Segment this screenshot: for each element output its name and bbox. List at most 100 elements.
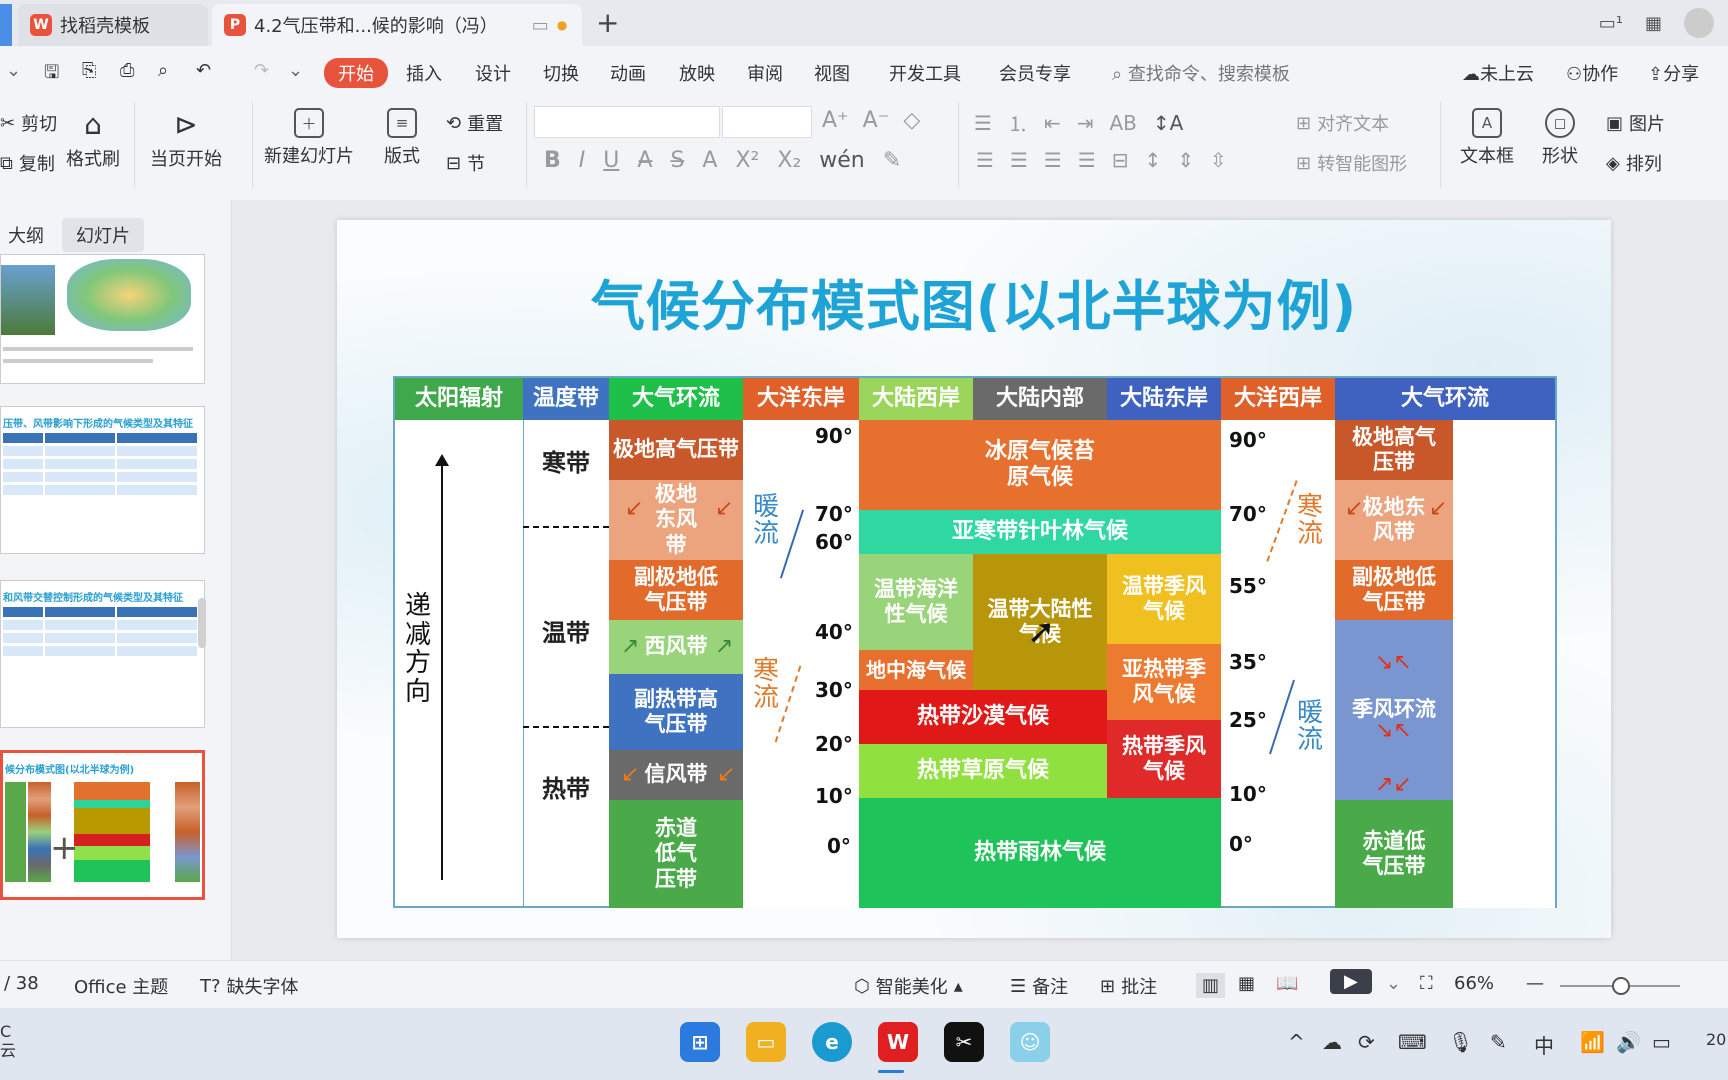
edge-browser-icon[interactable]: e: [812, 1022, 852, 1062]
tray-overflow-icon[interactable]: ^: [1288, 1030, 1305, 1054]
normal-view-icon[interactable]: ▥: [1196, 973, 1226, 998]
superscript-icon[interactable]: X²: [735, 148, 759, 173]
pen-icon[interactable]: ✎: [1490, 1030, 1507, 1054]
section-button[interactable]: ⊟ 节: [446, 150, 485, 176]
format-painter-button[interactable]: ⌂ 格式刷: [66, 108, 120, 171]
font-color-icon[interactable]: A: [702, 148, 717, 173]
slide-title[interactable]: 气候分布模式图(以北半球为例): [337, 262, 1611, 341]
reading-view-icon[interactable]: 📖: [1276, 973, 1298, 994]
align-text-button[interactable]: ⊞ 对齐文本: [1296, 110, 1389, 136]
menu-member[interactable]: 会员专享: [999, 60, 1071, 86]
zoom-out-icon[interactable]: —: [1526, 973, 1544, 994]
menu-home[interactable]: 开始: [324, 58, 388, 88]
copy-button[interactable]: ⧉ 复制: [0, 150, 55, 176]
add-slide-button[interactable]: +: [50, 828, 79, 868]
keyboard-icon[interactable]: ⌨: [1398, 1030, 1427, 1054]
slide-thumb-2[interactable]: 压带、风带影响下形成的气候类型及其特征: [0, 406, 205, 554]
start-menu-icon[interactable]: ⊞: [680, 1022, 720, 1062]
slide[interactable]: 气候分布模式图(以北半球为例) 太阳辐射 温度带 大气环流 大洋东岸 大陆西岸 …: [337, 220, 1611, 938]
subscript-icon[interactable]: X₂: [777, 148, 801, 173]
chevron-down-icon[interactable]: ⌄: [6, 60, 21, 81]
align-left-icon[interactable]: ☰: [976, 148, 994, 172]
slide-thumb-4[interactable]: 候分布模式图(以北半球为例): [0, 750, 205, 900]
font-family-select[interactable]: [534, 106, 720, 138]
theme-name[interactable]: Office 主题: [74, 973, 168, 999]
slide-thumb-3[interactable]: 和风带交替控制形成的气候类型及其特征: [0, 580, 205, 728]
justify-icon[interactable]: ☰: [1078, 148, 1096, 172]
command-search[interactable]: ⌕ 查找命令、搜索模板: [1112, 60, 1290, 86]
menu-view[interactable]: 视图: [814, 60, 850, 86]
s-strike-icon[interactable]: S̶: [670, 148, 684, 173]
new-slide-button[interactable]: ＋新建幻灯片: [264, 108, 354, 168]
menu-transition[interactable]: 切换: [543, 60, 579, 86]
tab-template[interactable]: W 找稻壳模板: [18, 4, 208, 46]
layout-button[interactable]: ≡ 版式: [384, 108, 420, 168]
line-spacing-icon[interactable]: ↕: [1145, 148, 1162, 172]
sort-icon[interactable]: ↕A: [1153, 111, 1183, 135]
chevron-down-icon[interactable]: ⌄: [1386, 973, 1401, 994]
bold-icon[interactable]: B: [544, 148, 561, 173]
textbox-button[interactable]: A 文本框: [1460, 108, 1514, 168]
missing-font-button[interactable]: T? 缺失字体: [200, 973, 299, 999]
col-spacing-icon[interactable]: ⇳: [1210, 148, 1227, 172]
fit-window-icon[interactable]: ⛶: [1420, 973, 1433, 994]
preview-icon[interactable]: ⌕: [158, 60, 168, 81]
print-icon[interactable]: ⎙: [120, 60, 134, 81]
clock[interactable]: 20: [1706, 1030, 1726, 1049]
sorter-view-icon[interactable]: ▦: [1238, 973, 1255, 994]
microphone-icon[interactable]: 🎙: [1448, 1030, 1473, 1054]
export-icon[interactable]: ⎘: [82, 60, 96, 81]
share-button[interactable]: ⇪分享: [1648, 60, 1699, 86]
slide-thumb-1[interactable]: [0, 254, 205, 384]
strikethrough-icon[interactable]: A̶: [637, 148, 652, 173]
arrange-button[interactable]: ◈ 排列: [1606, 150, 1662, 176]
menu-insert[interactable]: 插入: [406, 60, 442, 86]
avatar[interactable]: [1684, 8, 1714, 38]
para-spacing-icon[interactable]: ⇕: [1177, 148, 1194, 172]
monitor-icon[interactable]: ▭: [532, 15, 549, 36]
eraser-icon[interactable]: ◇: [903, 108, 920, 133]
beautify-button[interactable]: ⬡ 智能美化 ▴: [854, 973, 963, 999]
weather-widget[interactable]: C云: [0, 1022, 16, 1060]
shape-button[interactable]: ◻ 形状: [1542, 108, 1578, 168]
notes-button[interactable]: ☰ 备注: [1010, 973, 1068, 999]
cloud-status[interactable]: ☁未上云: [1462, 60, 1534, 86]
zoom-slider-handle[interactable]: [1612, 977, 1630, 995]
font-size-select[interactable]: [722, 106, 812, 138]
wps-app-icon[interactable]: W: [878, 1022, 918, 1062]
reading-mode-icon[interactable]: ▭¹: [1599, 13, 1623, 34]
battery-icon[interactable]: ▭: [1652, 1030, 1671, 1054]
outdent-icon[interactable]: ⇤: [1044, 111, 1061, 135]
customize-icon[interactable]: ⌄: [288, 60, 303, 81]
align-right-icon[interactable]: ☰: [1044, 148, 1062, 172]
save-icon[interactable]: 🖫: [44, 60, 59, 90]
decrease-font-icon[interactable]: A⁻: [863, 108, 890, 133]
capcut-icon[interactable]: ✂: [944, 1022, 984, 1062]
indent-icon[interactable]: ⇥: [1077, 111, 1094, 135]
italic-icon[interactable]: I: [579, 148, 586, 173]
highlight-icon[interactable]: ✎: [883, 148, 901, 173]
onedrive-icon[interactable]: ☁: [1322, 1030, 1342, 1054]
grid-apps-icon[interactable]: ▦: [1645, 13, 1662, 34]
climate-table[interactable]: 太阳辐射 温度带 大气环流 大洋东岸 大陆西岸 大陆内部 大陆东岸 大洋西岸 大…: [393, 376, 1557, 908]
reset-button[interactable]: ⟲ 重置: [446, 110, 503, 136]
ime-indicator[interactable]: 中: [1534, 1030, 1554, 1059]
phonetic-icon[interactable]: wén: [819, 148, 864, 173]
play-slideshow-button[interactable]: ▶: [1330, 969, 1372, 994]
tab-document[interactable]: P 4.2气压带和...候的影响（冯） ▭ ●: [212, 4, 582, 46]
new-tab-button[interactable]: +: [596, 6, 619, 39]
sidebar-scrollbar[interactable]: [198, 598, 206, 648]
live-app-icon[interactable]: ☺: [1010, 1022, 1050, 1062]
number-list-icon[interactable]: ⒈: [1008, 108, 1028, 137]
menu-design[interactable]: 设计: [475, 60, 511, 86]
sync-icon[interactable]: ⟳: [1358, 1030, 1375, 1054]
wifi-icon[interactable]: 📶: [1580, 1030, 1605, 1054]
distribute-icon[interactable]: ⊟: [1112, 148, 1129, 172]
menu-developer[interactable]: 开发工具: [889, 60, 961, 86]
file-explorer-icon[interactable]: ▭: [746, 1022, 786, 1062]
increase-font-icon[interactable]: A⁺: [822, 108, 849, 133]
redo-icon[interactable]: ↷: [254, 60, 269, 81]
undo-icon[interactable]: ↶: [196, 60, 211, 81]
tab-outline[interactable]: 大纲: [0, 218, 58, 252]
cut-button[interactable]: ✂ 剪切: [0, 110, 57, 136]
